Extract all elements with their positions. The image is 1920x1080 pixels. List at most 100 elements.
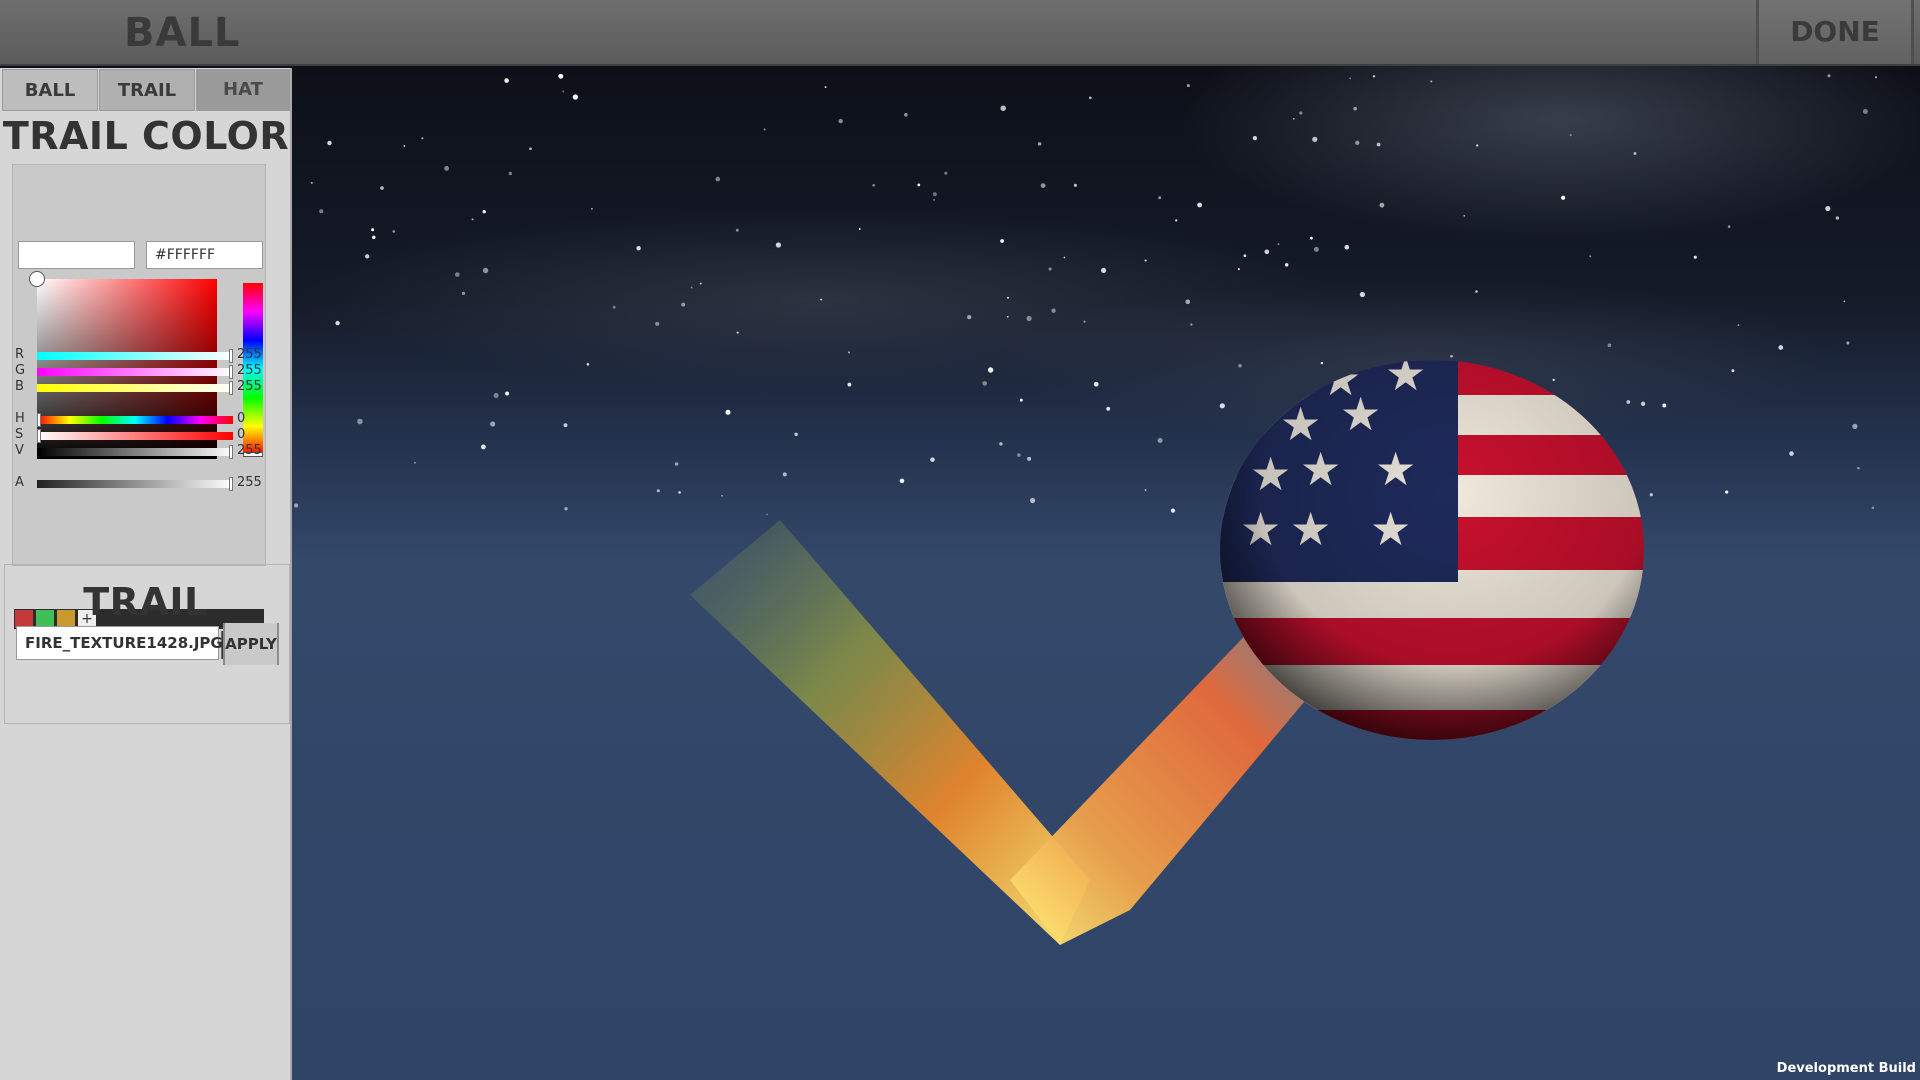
star: [735, 228, 739, 232]
slider-s: S0: [13, 427, 267, 443]
star: [1006, 315, 1009, 318]
star: [327, 140, 332, 146]
star: [591, 207, 593, 210]
star: [1101, 267, 1107, 273]
star: [1238, 364, 1242, 368]
tab-ball[interactable]: BALL: [2, 69, 98, 111]
star: [999, 442, 1003, 446]
star: [505, 391, 510, 396]
star: [1825, 206, 1831, 212]
star: [690, 286, 693, 289]
apply-button[interactable]: APPLY: [223, 623, 279, 665]
star: [1299, 111, 1303, 115]
slider-handle[interactable]: [229, 365, 233, 379]
star: [1063, 256, 1066, 259]
star: [1852, 423, 1858, 430]
slider-track[interactable]: [37, 381, 233, 395]
tab-trail[interactable]: TRAIL: [99, 69, 195, 111]
star: [847, 382, 852, 387]
slider-value: 255: [237, 443, 262, 458]
slider-value: 0: [237, 411, 246, 426]
star: [930, 457, 935, 462]
color-preview-field[interactable]: [18, 241, 135, 269]
star: [656, 489, 660, 493]
star: [1027, 456, 1032, 461]
star: [736, 331, 739, 334]
star: [904, 112, 908, 117]
slider-handle[interactable]: [37, 429, 41, 443]
star: [872, 184, 875, 187]
sv-picker-handle[interactable]: [29, 271, 45, 287]
star: [1158, 196, 1162, 200]
star: [1789, 451, 1794, 456]
star: [335, 320, 340, 326]
slider-value: 0: [237, 427, 246, 442]
star: [1633, 152, 1637, 155]
star: [681, 302, 686, 307]
star: [1476, 144, 1479, 147]
star: [1284, 263, 1289, 267]
slider-handle[interactable]: [229, 477, 233, 491]
star: [480, 444, 486, 450]
slider-track[interactable]: [37, 445, 233, 459]
tab-hat[interactable]: HAT: [196, 69, 290, 111]
star: [933, 199, 935, 201]
top-bar: BALL DONE: [0, 0, 1920, 66]
star: [572, 94, 579, 100]
star: [1170, 508, 1176, 513]
star: [858, 228, 861, 230]
slider-handle[interactable]: [229, 445, 233, 459]
slider-h: H0: [13, 411, 267, 427]
slider-value: 255: [237, 347, 262, 362]
slider-track[interactable]: [37, 429, 233, 443]
star: [763, 128, 766, 131]
slider-label: V: [15, 443, 24, 458]
slider-handle[interactable]: [229, 349, 233, 363]
star: [1019, 398, 1023, 402]
hex-color-input[interactable]: #FFFFFF: [146, 241, 263, 269]
star: [1106, 406, 1111, 411]
star: [1186, 84, 1190, 88]
star: [1157, 438, 1163, 443]
slider-label: S: [15, 427, 24, 442]
star: [1430, 80, 1433, 83]
star: [471, 218, 474, 221]
slider-handle[interactable]: [37, 413, 41, 427]
slider-track[interactable]: [37, 365, 233, 379]
slider-track[interactable]: [37, 477, 233, 491]
slider-track[interactable]: [37, 413, 233, 427]
star: [529, 147, 532, 151]
star: [1320, 361, 1324, 365]
star: [899, 478, 905, 484]
star: [1349, 77, 1352, 80]
texture-file-input[interactable]: FIRE_TEXTURE1428.JPG: [16, 626, 223, 660]
star: [1175, 219, 1178, 222]
slider-value: 255: [237, 363, 262, 378]
slider-handle[interactable]: [229, 381, 233, 395]
star: [1731, 369, 1735, 373]
star: [310, 181, 313, 184]
star: [1000, 105, 1006, 111]
star: [1475, 290, 1478, 293]
star: [294, 503, 299, 508]
star: [1190, 323, 1193, 326]
star: [482, 210, 486, 214]
done-button[interactable]: DONE: [1756, 0, 1914, 64]
star: [1073, 183, 1077, 187]
star: [1857, 466, 1860, 470]
star: [562, 90, 565, 93]
star: [1662, 403, 1667, 408]
star: [1292, 117, 1295, 120]
star: [564, 507, 568, 511]
star: [1875, 76, 1877, 79]
slider-track[interactable]: [37, 349, 233, 363]
star: [1197, 202, 1203, 208]
star: [1649, 493, 1653, 497]
star: [848, 351, 850, 354]
star: [1560, 195, 1566, 200]
star: [1051, 308, 1056, 313]
star: [372, 235, 376, 240]
star: [1640, 401, 1646, 406]
star: [421, 137, 424, 140]
star: [725, 409, 731, 415]
